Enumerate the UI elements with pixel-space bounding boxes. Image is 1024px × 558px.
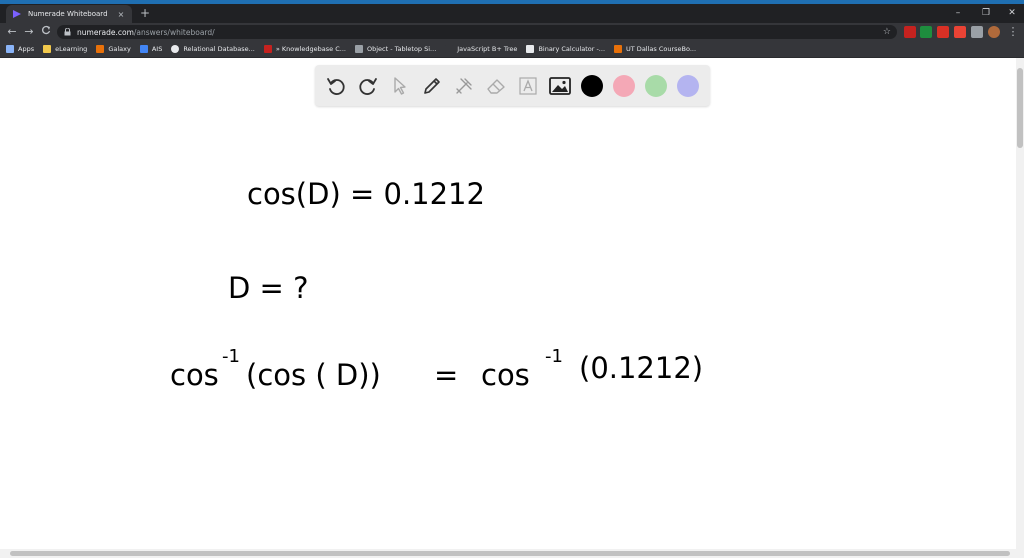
tab-close-icon[interactable]: × bbox=[116, 10, 126, 19]
numerade-logo-icon bbox=[13, 10, 21, 18]
horizontal-scrollbar-thumb[interactable] bbox=[10, 551, 1010, 556]
tab-numerade-whiteboard[interactable]: Numerade Whiteboard × bbox=[6, 5, 132, 23]
handwriting-line-3-cos-left: cos bbox=[170, 358, 219, 392]
bookmark-label: AIS bbox=[151, 45, 163, 53]
browser-toolbar: ← → numerade.com/answers/whiteboard/ ☆ ⋮ bbox=[0, 23, 1024, 41]
extensions-puzzle-icon[interactable] bbox=[971, 26, 983, 38]
text-icon bbox=[519, 77, 537, 95]
forward-button[interactable]: → bbox=[21, 24, 37, 40]
bookmark-star-icon[interactable]: ☆ bbox=[883, 25, 891, 39]
bookmarks-bar: Apps eLearning Galaxy AIS Relational Dat… bbox=[0, 41, 1024, 58]
image-tool-button[interactable] bbox=[547, 73, 573, 99]
color-swatch-green[interactable] bbox=[645, 75, 667, 97]
whiteboard-canvas[interactable]: cos(D) = 0.1212 D = ? cos -1 (cos ( D)) … bbox=[0, 58, 1016, 549]
bookmark-apps[interactable]: Apps bbox=[6, 45, 34, 53]
bookmark-ais[interactable]: AIS bbox=[139, 45, 163, 53]
image-icon bbox=[549, 77, 571, 95]
bookmark-label: eLearning bbox=[55, 45, 88, 53]
lock-icon bbox=[64, 28, 71, 36]
bookmark-label: UT Dallas CourseBo... bbox=[626, 45, 697, 53]
color-swatch-pink[interactable] bbox=[613, 75, 635, 97]
bookmark-relational-database[interactable]: Relational Database... bbox=[171, 45, 255, 53]
redo-icon bbox=[359, 78, 377, 95]
url-path: /answers/whiteboard/ bbox=[133, 27, 215, 37]
github-icon bbox=[171, 45, 180, 53]
color-swatch-black[interactable] bbox=[581, 75, 603, 97]
knowledgebase-icon bbox=[263, 45, 272, 53]
tab-bar: Numerade Whiteboard × + – ❐ ✕ bbox=[0, 4, 1024, 23]
ut-dallas-icon bbox=[614, 45, 623, 53]
select-icon bbox=[394, 77, 406, 95]
undo-icon bbox=[327, 78, 345, 95]
pen-tool-button[interactable] bbox=[419, 73, 445, 99]
bookmark-label: » Knowledgebase C... bbox=[275, 45, 346, 53]
reload-button[interactable] bbox=[38, 24, 54, 40]
redo-button[interactable] bbox=[355, 73, 381, 99]
bookmark-object-tabletop[interactable]: Object - Tabletop Si... bbox=[354, 45, 437, 53]
select-tool-button[interactable] bbox=[387, 73, 413, 99]
tools-icon bbox=[456, 78, 472, 94]
elearning-icon bbox=[43, 45, 52, 53]
extension-flag-icon[interactable] bbox=[954, 26, 966, 38]
bookmark-label: Binary Calculator -... bbox=[538, 45, 606, 53]
bookmark-label: Object - Tabletop Si... bbox=[366, 45, 437, 53]
handwriting-line-3-inverse-right: -1 bbox=[545, 346, 563, 367]
handwriting-line-2: D = ? bbox=[228, 271, 308, 305]
galaxy-icon bbox=[96, 45, 105, 53]
handwriting-line-3-arg-left: (cos ( D)) bbox=[246, 358, 381, 392]
color-swatch-purple[interactable] bbox=[677, 75, 699, 97]
bookmark-galaxy[interactable]: Galaxy bbox=[96, 45, 131, 53]
blank-page-icon bbox=[445, 45, 454, 53]
bookmark-javascript-bplus-tree[interactable]: JavaScript B+ Tree bbox=[445, 45, 517, 53]
bookmark-label: JavaScript B+ Tree bbox=[457, 45, 518, 53]
url-host: numerade.com bbox=[77, 27, 134, 37]
bookmark-elearning[interactable]: eLearning bbox=[43, 45, 87, 53]
vertical-scrollbar-thumb[interactable] bbox=[1017, 68, 1023, 148]
tab-title: Numerade Whiteboard bbox=[28, 10, 108, 18]
extension-red-icon[interactable] bbox=[937, 26, 949, 38]
eraser-icon bbox=[487, 79, 505, 94]
text-tool-button[interactable] bbox=[515, 73, 541, 99]
eraser-tool-button[interactable] bbox=[483, 73, 509, 99]
new-tab-button[interactable]: + bbox=[138, 6, 152, 20]
tools-button[interactable] bbox=[451, 73, 477, 99]
reload-icon bbox=[42, 25, 51, 35]
profile-avatar[interactable] bbox=[988, 26, 1000, 38]
page-icon bbox=[354, 45, 363, 53]
whiteboard-toolbar bbox=[315, 65, 710, 106]
bookmark-ut-dallas[interactable]: UT Dallas CourseBo... bbox=[614, 45, 696, 53]
ais-icon bbox=[139, 45, 148, 53]
undo-button[interactable] bbox=[323, 73, 349, 99]
calculator-icon bbox=[526, 45, 535, 53]
handwriting-line-3-arg-right: (0.1212) bbox=[579, 351, 703, 385]
bookmark-label: Apps bbox=[18, 45, 35, 53]
pen-icon bbox=[424, 78, 440, 94]
restore-button[interactable]: ❐ bbox=[975, 5, 997, 21]
horizontal-scrollbar[interactable] bbox=[0, 549, 1024, 558]
whiteboard-page: cos(D) = 0.1212 D = ? cos -1 (cos ( D)) … bbox=[0, 58, 1016, 549]
bookmark-label: Galaxy bbox=[108, 45, 131, 53]
close-window-button[interactable]: ✕ bbox=[1001, 5, 1023, 21]
handwriting-line-3-cos-right: cos bbox=[481, 358, 530, 392]
vertical-scrollbar[interactable] bbox=[1016, 58, 1024, 549]
handwriting-line-3-equals: = bbox=[434, 358, 458, 392]
bookmark-knowledgebase[interactable]: » Knowledgebase C... bbox=[263, 45, 346, 53]
minimize-button[interactable]: – bbox=[947, 5, 969, 21]
apps-grid-icon bbox=[6, 45, 14, 53]
handwriting-line-1: cos(D) = 0.1212 bbox=[247, 177, 485, 211]
bookmark-binary-calculator[interactable]: Binary Calculator -... bbox=[526, 45, 605, 53]
extension-screen-icon[interactable] bbox=[920, 26, 932, 38]
menu-kebab-icon[interactable]: ⋮ bbox=[1005, 24, 1021, 40]
bookmark-label: Relational Database... bbox=[183, 45, 255, 53]
back-button[interactable]: ← bbox=[4, 24, 20, 40]
handwriting-line-3-inverse-left: -1 bbox=[222, 346, 240, 367]
extension-pdf-icon[interactable] bbox=[904, 26, 916, 38]
address-bar[interactable]: numerade.com/answers/whiteboard/ ☆ bbox=[57, 25, 897, 39]
